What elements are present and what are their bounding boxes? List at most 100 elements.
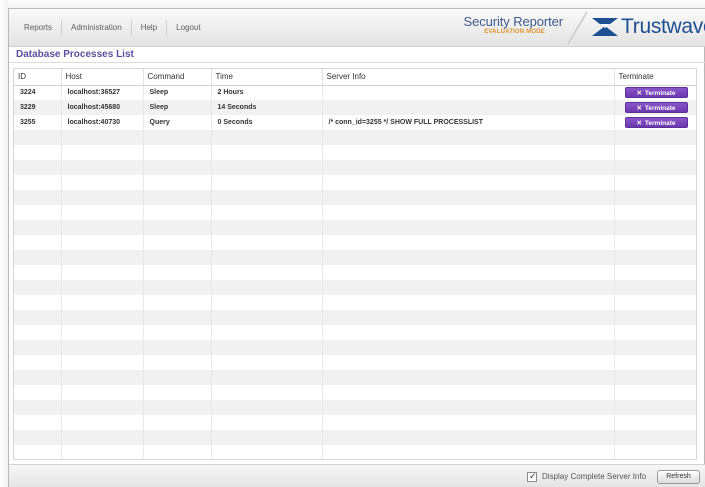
- empty-cell: [322, 250, 615, 265]
- empty-cell: [61, 325, 144, 340]
- empty-cell: [143, 400, 212, 415]
- cell-time: 0 Seconds: [211, 115, 323, 130]
- terminate-button[interactable]: ✕ Terminate: [624, 87, 688, 99]
- empty-cell: [211, 415, 323, 430]
- empty-cell: [143, 175, 212, 190]
- empty-cell: [14, 205, 62, 220]
- empty-cell: [143, 220, 212, 235]
- empty-table-row: [14, 430, 696, 445]
- empty-cell: [322, 145, 615, 160]
- display-server-info-checkbox[interactable]: ✓: [527, 471, 537, 482]
- empty-table-row: [14, 445, 696, 459]
- empty-cell: [211, 175, 323, 190]
- table-row: 3229 localhost:45680 Sleep 14 Seconds ✕ T…: [14, 100, 696, 115]
- empty-cell: [61, 295, 144, 310]
- empty-cell: [614, 280, 696, 295]
- empty-cell: [61, 280, 144, 295]
- empty-cell: [143, 340, 212, 355]
- cell-id: 3229: [14, 100, 62, 115]
- cell-id: 3255: [14, 115, 62, 130]
- empty-table-row: [14, 400, 696, 415]
- empty-cell: [14, 295, 62, 310]
- empty-cell: [211, 220, 323, 235]
- cell-terminate: ✕ Terminate: [614, 85, 696, 100]
- empty-cell: [143, 280, 212, 295]
- nav-logout[interactable]: Logout: [167, 20, 209, 36]
- empty-cell: [61, 220, 144, 235]
- empty-cell: [61, 205, 144, 220]
- empty-cell: [211, 265, 323, 280]
- empty-cell: [211, 235, 323, 250]
- empty-cell: [143, 145, 212, 160]
- column-header-server-info[interactable]: Server Info: [322, 69, 615, 86]
- empty-cell: [14, 310, 62, 325]
- empty-cell: [322, 385, 615, 400]
- empty-cell: [614, 400, 696, 415]
- cell-server-info: [322, 85, 615, 100]
- empty-cell: [143, 265, 212, 280]
- empty-table-row: [14, 265, 696, 280]
- cell-server-info: [322, 100, 615, 115]
- nav-administration[interactable]: Administration: [62, 20, 132, 36]
- cell-command: Query: [143, 115, 212, 130]
- empty-cell: [211, 190, 323, 205]
- display-server-info-label[interactable]: Display Complete Server Info: [542, 472, 646, 481]
- empty-cell: [614, 370, 696, 385]
- empty-cell: [211, 445, 323, 459]
- terminate-button[interactable]: ✕ Terminate: [624, 117, 688, 128]
- empty-cell: [143, 250, 212, 265]
- empty-table-row: [14, 370, 696, 385]
- empty-cell: [211, 385, 323, 400]
- empty-cell: [211, 370, 323, 385]
- empty-table-row: [14, 295, 696, 310]
- column-header-time[interactable]: Time: [211, 69, 323, 86]
- empty-cell: [143, 445, 212, 459]
- nav-help[interactable]: Help: [132, 20, 168, 36]
- cell-terminate: ✕ Terminate: [614, 100, 696, 115]
- cell-host: localhost:45680: [61, 100, 144, 115]
- window-shadow-left: [0, 0, 8, 487]
- empty-cell: [322, 325, 615, 340]
- empty-cell: [14, 325, 62, 340]
- empty-cell: [614, 130, 696, 145]
- empty-cell: [322, 130, 615, 145]
- terminate-button[interactable]: ✕ Terminate: [624, 102, 688, 113]
- empty-cell: [614, 175, 696, 190]
- empty-cell: [211, 250, 323, 265]
- empty-cell: [322, 265, 615, 280]
- column-header-id[interactable]: ID: [14, 69, 62, 86]
- empty-cell: [14, 355, 62, 370]
- empty-cell: [211, 310, 323, 325]
- cell-time: 14 Seconds: [211, 100, 323, 115]
- empty-table-row: [14, 325, 696, 340]
- empty-table-row: [14, 250, 696, 265]
- empty-cell: [143, 160, 212, 175]
- column-header-terminate: Terminate: [614, 69, 696, 86]
- empty-table-row: [14, 175, 696, 190]
- empty-table-row: [14, 340, 696, 355]
- empty-cell: [14, 145, 62, 160]
- empty-cell: [211, 280, 323, 295]
- empty-cell: [322, 280, 615, 295]
- empty-cell: [61, 430, 144, 445]
- empty-cell: [614, 415, 696, 430]
- nav-reports[interactable]: Reports: [15, 20, 63, 36]
- empty-table-row: [14, 280, 696, 295]
- refresh-button[interactable]: Refresh: [657, 470, 700, 484]
- empty-cell: [61, 385, 144, 400]
- top-bar: Reports Administration Help Logout Secur…: [9, 9, 705, 47]
- empty-cell: [614, 265, 696, 280]
- column-header-host[interactable]: Host: [61, 69, 144, 86]
- footer-bar: ✓ Display Complete Server Info Refresh: [9, 464, 705, 487]
- table-row: 3224 localhost:36527 Sleep 2 Hours ✕ Term…: [14, 85, 696, 100]
- empty-cell: [322, 190, 615, 205]
- cell-host: localhost:36527: [61, 85, 144, 100]
- cell-command: Sleep: [143, 100, 212, 115]
- empty-cell: [614, 385, 696, 400]
- empty-cell: [61, 415, 144, 430]
- empty-cell: [211, 160, 323, 175]
- cell-terminate: ✕ Terminate: [614, 115, 696, 130]
- close-icon: ✕: [636, 90, 642, 98]
- empty-cell: [14, 265, 62, 280]
- column-header-command[interactable]: Command: [143, 69, 212, 86]
